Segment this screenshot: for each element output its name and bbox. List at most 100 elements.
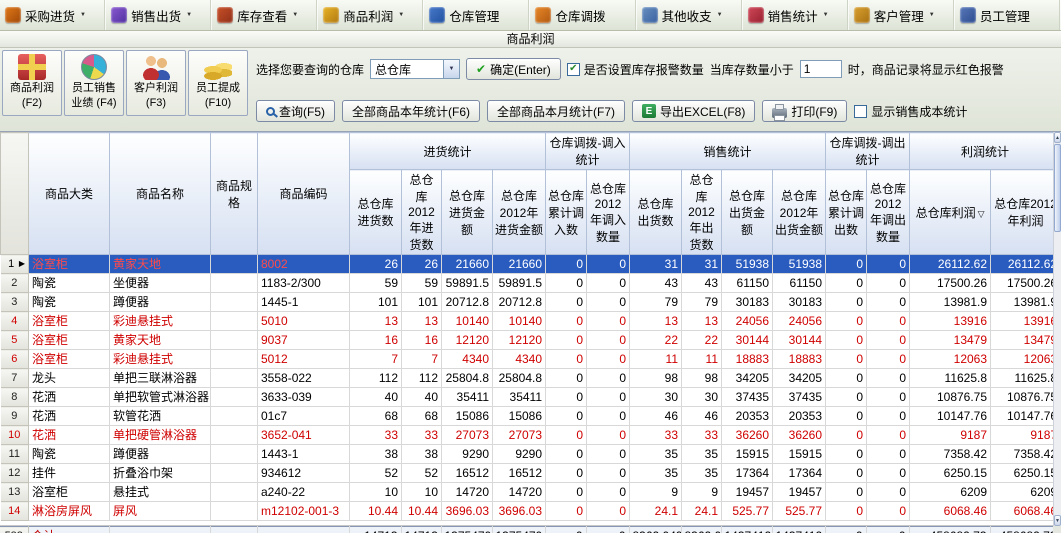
cell[interactable]: 屏风 — [110, 502, 211, 521]
cell[interactable]: 花洒 — [29, 407, 110, 426]
cell[interactable]: 黄家天地 — [110, 255, 211, 274]
cell[interactable]: 79 — [682, 293, 722, 312]
cell[interactable]: 0 — [826, 426, 867, 445]
menu-item[interactable]: 商品利润 ▼ — [318, 0, 424, 30]
cell[interactable]: 3558-022 — [258, 369, 350, 388]
cell[interactable]: 0 — [587, 388, 630, 407]
cell[interactable]: 6068.46 — [991, 502, 1053, 521]
cell[interactable]: 浴室柜 — [29, 312, 110, 331]
cell[interactable]: 36260 — [722, 426, 773, 445]
cell[interactable]: 1445-1 — [258, 293, 350, 312]
cell[interactable]: 9187 — [910, 426, 991, 445]
cell[interactable]: 26 — [402, 255, 442, 274]
col-header-transfer-out-total[interactable]: 总仓库累计调出数 — [826, 170, 867, 255]
table-row[interactable]: 3陶瓷蹲便器1445-110110120712.820712.800797930… — [1, 293, 1054, 312]
cell[interactable]: 1375470.7 — [441, 527, 492, 533]
cell[interactable]: 16 — [402, 331, 442, 350]
col-header-category[interactable]: 商品大类 — [29, 133, 110, 255]
cell[interactable] — [211, 255, 258, 274]
col-header-transfer-in-total[interactable]: 总仓库累计调入数 — [546, 170, 587, 255]
cell[interactable]: 蹲便器 — [110, 445, 211, 464]
cell[interactable]: 14713 — [349, 527, 401, 533]
cell[interactable] — [211, 426, 258, 445]
cell[interactable]: 38 — [402, 445, 442, 464]
menu-item[interactable]: 仓库管理 — [424, 0, 530, 30]
cell[interactable]: 17364 — [773, 464, 826, 483]
cell[interactable]: 24.1 — [682, 502, 722, 521]
cell[interactable]: 10 — [350, 483, 402, 502]
cell[interactable]: 10147.76 — [991, 407, 1053, 426]
cell[interactable]: 17500.26 — [910, 274, 991, 293]
cell[interactable]: 43 — [630, 274, 682, 293]
col-header-profit-2012[interactable]: 总仓库2012年利润 — [991, 170, 1053, 255]
cell[interactable]: 33 — [350, 426, 402, 445]
cell[interactable]: 59891.5 — [493, 274, 546, 293]
cell[interactable]: 0 — [546, 255, 587, 274]
col-header-purchase-amount[interactable]: 总仓库进货金额 — [442, 170, 493, 255]
cell[interactable]: 9290 — [493, 445, 546, 464]
cell[interactable]: 8362.049 — [629, 527, 681, 533]
cell[interactable]: 4340 — [493, 350, 546, 369]
scroll-down-icon[interactable]: ▼ — [1054, 515, 1061, 526]
cell[interactable]: 陶瓷 — [29, 445, 110, 464]
cell[interactable]: 浴室柜 — [29, 350, 110, 369]
cell[interactable]: 30 — [630, 388, 682, 407]
cell[interactable]: 11625.8 — [910, 369, 991, 388]
query-button[interactable]: 查询(F5) — [256, 100, 335, 122]
cell[interactable]: 5010 — [258, 312, 350, 331]
row-number[interactable]: 10 — [1, 426, 29, 445]
cell[interactable]: 458682.73 — [909, 527, 990, 533]
cell[interactable]: 1375470.7 — [492, 527, 545, 533]
cell[interactable] — [211, 293, 258, 312]
confirm-button[interactable]: ✔ 确定(Enter) — [466, 58, 561, 80]
cell[interactable] — [211, 483, 258, 502]
table-row[interactable]: 9花洒软管花洒01c768681508615086004646203532035… — [1, 407, 1054, 426]
cell[interactable]: 0 — [545, 527, 586, 533]
cell[interactable]: 30144 — [722, 331, 773, 350]
cell[interactable]: 0 — [867, 293, 910, 312]
cell[interactable]: 26 — [350, 255, 402, 274]
col-header-purchase-qty-2012[interactable]: 总仓库2012年进货数 — [402, 170, 442, 255]
cell[interactable]: 龙头 — [29, 369, 110, 388]
cell[interactable]: 6068.46 — [910, 502, 991, 521]
menu-item[interactable]: 销售统计 ▼ — [743, 0, 849, 30]
cell[interactable]: 525.77 — [722, 502, 773, 521]
cell[interactable]: 59 — [402, 274, 442, 293]
cell[interactable]: 13479 — [991, 331, 1053, 350]
col-header-transfer-out-2012[interactable]: 总仓库2012年调出数量 — [867, 170, 910, 255]
cell[interactable]: 0 — [546, 274, 587, 293]
cell[interactable]: 26112.62 — [910, 255, 991, 274]
cell[interactable]: 31 — [682, 255, 722, 274]
cell[interactable] — [211, 445, 258, 464]
cell[interactable] — [211, 388, 258, 407]
cell[interactable]: 0 — [826, 369, 867, 388]
cell[interactable]: 15915 — [773, 445, 826, 464]
cell[interactable] — [211, 407, 258, 426]
cell[interactable]: 12063 — [910, 350, 991, 369]
cell[interactable]: 0 — [826, 407, 867, 426]
cell[interactable]: 68 — [402, 407, 442, 426]
cell[interactable]: 37435 — [722, 388, 773, 407]
cell[interactable]: 10.44 — [350, 502, 402, 521]
cell[interactable]: 11625.8 — [991, 369, 1053, 388]
month-stats-button[interactable]: 全部商品本月统计(F7) — [487, 100, 625, 122]
cell[interactable]: 悬挂式 — [110, 483, 211, 502]
cell[interactable]: 8362.049 — [681, 527, 721, 533]
col-header-sales-amount-2012[interactable]: 总仓库2012年出货金额 — [773, 170, 826, 255]
cell[interactable]: 浴室柜 — [29, 331, 110, 350]
row-number[interactable]: 4 — [1, 312, 29, 331]
cell[interactable]: 0 — [587, 312, 630, 331]
scroll-up-icon[interactable]: ▲ — [1054, 132, 1061, 143]
cell[interactable]: 14713 — [401, 527, 441, 533]
table-row[interactable]: 2陶瓷坐便器1183-2/300595959891.559891.5004343… — [1, 274, 1054, 293]
staff-sales-button[interactable]: 员工销售 业绩 (F4) — [64, 50, 124, 116]
cell[interactable]: 0 — [826, 388, 867, 407]
cell[interactable] — [211, 350, 258, 369]
cell[interactable]: 1437412 — [772, 527, 825, 533]
cell[interactable]: 27073 — [442, 426, 493, 445]
cell[interactable]: 0 — [826, 312, 867, 331]
cell[interactable]: 3696.03 — [442, 502, 493, 521]
cell[interactable]: 35 — [630, 464, 682, 483]
cell[interactable]: 112 — [350, 369, 402, 388]
cell[interactable]: 458682.73 — [990, 527, 1053, 533]
